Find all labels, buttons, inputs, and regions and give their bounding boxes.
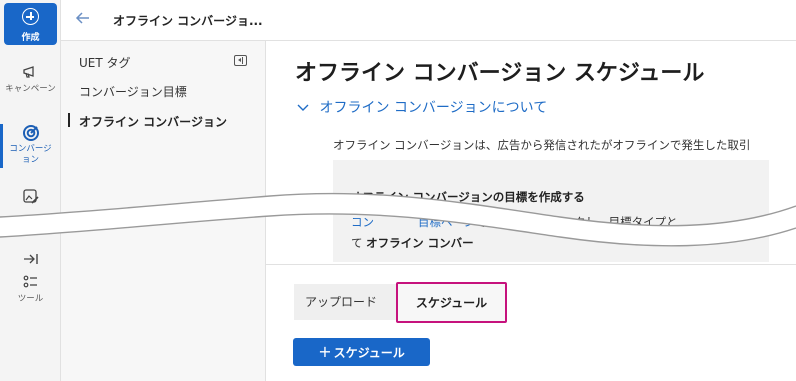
- info-bold: オフライン コンバー: [366, 236, 474, 250]
- info-line-1: コン 目標ページで、 作成 をクリックし、目標タイプと: [351, 214, 678, 230]
- tab-schedule[interactable]: スケジュール: [396, 282, 507, 323]
- rail-item-library[interactable]: イブラリ: [0, 188, 61, 232]
- create-label: 作成: [21, 33, 40, 43]
- image-edit-icon: [0, 188, 61, 206]
- rail-item-conversions[interactable]: コンバージョン: [0, 124, 61, 166]
- add-schedule-button[interactable]: + スケジュール: [293, 338, 430, 366]
- about-toggle[interactable]: オフライン コンバージョンについて: [297, 97, 547, 117]
- rail-item-label: ツール: [17, 294, 44, 304]
- info-line-2: て オフライン コンバー: [351, 235, 474, 251]
- page-title: オフライン コンバージョン スケジュール: [295, 61, 705, 86]
- rail-item-tools[interactable]: ツール: [0, 274, 61, 305]
- goals-page-link[interactable]: 目標ページ: [418, 215, 475, 229]
- info-text: て: [351, 236, 363, 250]
- collapse-panel-icon[interactable]: [234, 55, 247, 66]
- breadcrumb-bar: オフライン コンバージョ...: [61, 0, 796, 41]
- info-link-start[interactable]: コン: [351, 215, 374, 229]
- info-text: をクリックし、目標タイプと: [528, 215, 678, 229]
- subnav-item-conversion-goals[interactable]: コンバージョン目標: [79, 83, 187, 100]
- info-box: オフライン コンバージョンの目標を作成する コン 目標ページで、 作成 をクリック…: [333, 160, 769, 262]
- about-label: オフライン コンバージョンについて: [319, 100, 548, 116]
- breadcrumb: オフライン コンバージョ...: [113, 14, 263, 28]
- subnav-item-uet-tag[interactable]: UET タグ: [79, 54, 131, 71]
- expand-right-icon: [0, 252, 61, 270]
- info-title: オフライン コンバージョンの目標を作成する: [351, 190, 585, 204]
- info-bold: 作成: [501, 215, 525, 229]
- divider: [266, 264, 796, 265]
- chevron-down-icon: [297, 100, 313, 116]
- info-text: で、: [475, 215, 498, 229]
- rail-item-expand[interactable]: [0, 252, 61, 272]
- subnav-item-offline-conversions[interactable]: オフライン コンバージョン: [79, 113, 227, 130]
- rail-item-label: コンバージョン: [9, 144, 52, 165]
- plus-circle-icon: [22, 8, 39, 25]
- create-button[interactable]: 作成: [4, 3, 57, 45]
- rail-item-label: イブラリ: [13, 222, 48, 232]
- subnav-selected-indicator: [68, 113, 70, 127]
- main-content: オフライン コンバージョン スケジュール オフライン コンバージョンについて オ…: [266, 41, 796, 381]
- rail-item-campaigns[interactable]: キャンペーン: [0, 64, 61, 95]
- target-icon: [0, 124, 61, 142]
- rail-item-label: キャンペーン: [5, 84, 56, 94]
- left-rail: 作成 キャンペーン コンバージョン イブラリ ツール: [0, 0, 61, 381]
- megaphone-icon: [0, 64, 61, 82]
- description-text: オフライン コンバージョンは、広告から発信されたがオフラインで発生した取引: [333, 138, 751, 152]
- plus-icon: +: [318, 342, 332, 361]
- tab-bar: アップロード スケジュール: [294, 282, 507, 323]
- secondary-nav: UET タグ コンバージョン目標 オフライン コンバージョン: [61, 41, 266, 381]
- tab-upload[interactable]: アップロード: [305, 284, 377, 320]
- tools-icon: [0, 274, 61, 292]
- add-schedule-label: スケジュール: [333, 346, 405, 360]
- back-arrow-icon[interactable]: [75, 10, 91, 29]
